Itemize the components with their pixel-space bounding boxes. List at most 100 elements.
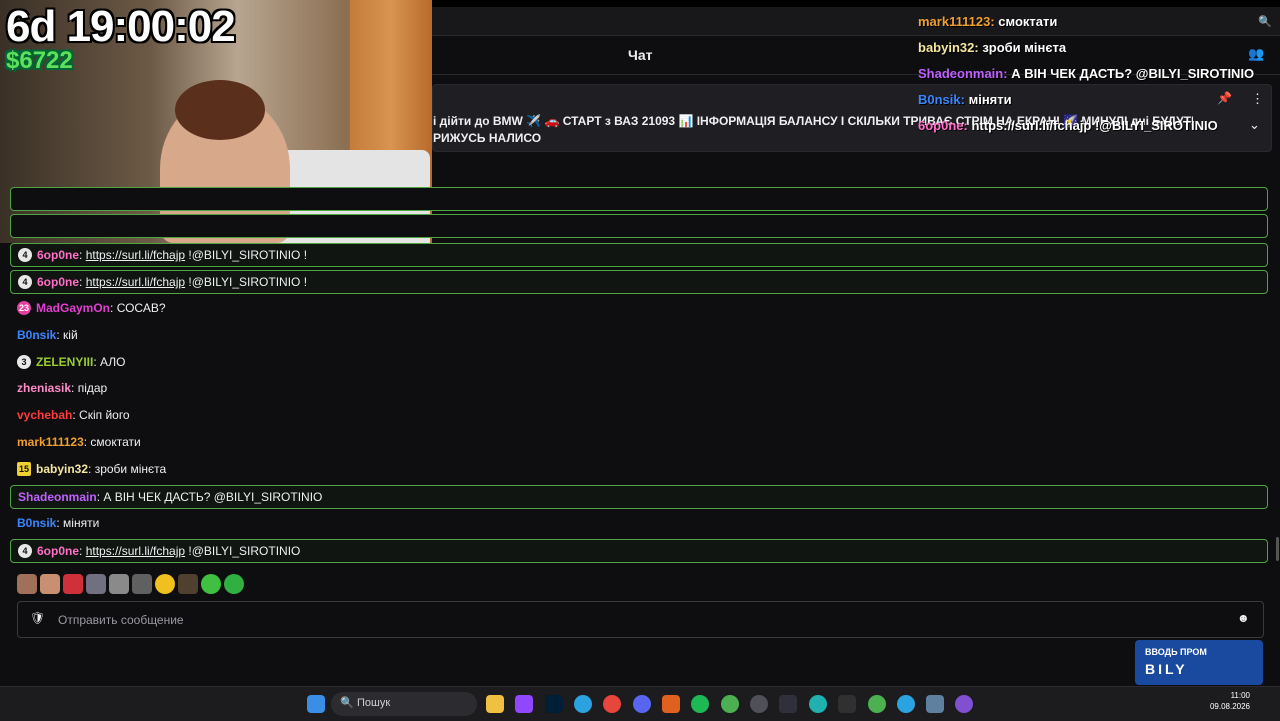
sub-badge-icon[interactable]: 3 [17, 355, 31, 369]
app-icon[interactable] [662, 695, 680, 713]
chat-message[interactable]: 4 6op0ne: https://surl.li/fchajp !@BILYI_… [10, 539, 1268, 563]
more-options-icon[interactable]: ⋮ [1251, 91, 1264, 107]
overlay-chat-line: Shadeonmain: А ВІН ЧЕК ДАСТЬ? @BILYI_SIR… [918, 66, 1254, 81]
twitch-icon[interactable] [515, 695, 533, 713]
chat-username[interactable]: MadGaymOn [36, 297, 110, 319]
system-clock[interactable]: 11:00 09.08.2026 [1210, 690, 1250, 712]
spotify-icon[interactable] [691, 695, 709, 713]
chat-message[interactable]: B0nsik: кій [10, 324, 1266, 346]
chat-message-text: смоктати [90, 435, 141, 449]
chat-title: Чат [628, 47, 653, 63]
chat-message-text: А ВІН ЧЕК ДАСТЬ? @BILYI_SIROTINIO [103, 490, 323, 504]
overlay-chat-line: babyin32: зроби мінєта [918, 40, 1066, 55]
overlay-message-text: А ВІН ЧЕК ДАСТЬ? @BILYI_SIROTINIO [1011, 66, 1255, 81]
app-icon[interactable] [809, 695, 827, 713]
file-explorer-icon[interactable] [486, 695, 504, 713]
pin-icon[interactable]: 📌 [1217, 91, 1232, 105]
telegram-icon[interactable] [574, 695, 592, 713]
windows-start-icon[interactable] [307, 695, 325, 713]
chat-username[interactable]: zheniasik [17, 377, 71, 399]
emote-icon[interactable] [155, 574, 175, 594]
taskbar-search[interactable]: 🔍 Пошук [331, 692, 477, 716]
chat-message[interactable]: vychebah: Скіп його [10, 404, 1266, 426]
chat-username[interactable]: 6op0ne [37, 244, 79, 266]
highlighted-row [10, 187, 1268, 211]
emote-icon[interactable] [224, 574, 244, 594]
chat-username[interactable]: B0nsik [17, 512, 56, 534]
chat-separator: : [83, 435, 91, 449]
chat-message[interactable]: 4 6op0ne: https://surl.li/fchajp !@BILYI_… [10, 243, 1268, 267]
emote-icon[interactable] [201, 574, 221, 594]
users-icon[interactable]: 👥 [1248, 46, 1264, 62]
overlay-message-text: зроби мінєта [982, 40, 1067, 55]
chat-username[interactable]: ZELENYIII [36, 351, 93, 373]
chat-username[interactable]: B0nsik [17, 324, 56, 346]
promo-banner: ВВОДЬ ПРОМ BILY [1135, 640, 1263, 685]
chat-scrollbar[interactable] [1276, 537, 1279, 561]
chevron-down-icon[interactable]: ⌄ [1249, 117, 1260, 133]
chat-message[interactable]: 23 MadGaymOn: СОСАВ? [10, 297, 1266, 319]
chat-message-text: !@BILYI_SIROTINIO ! [185, 275, 308, 289]
chat-separator: : [71, 381, 78, 395]
media-player-icon[interactable] [955, 695, 973, 713]
emoji-picker-icon[interactable]: ☻ [1237, 611, 1250, 625]
chat-link[interactable]: https://surl.li/fchajp [86, 540, 185, 562]
chat-username[interactable]: vychebah [17, 404, 72, 426]
chat-separator: : [56, 328, 64, 342]
sub-badge-icon[interactable]: 15 [17, 462, 31, 476]
photoshop-icon[interactable] [545, 695, 563, 713]
chrome-icon[interactable] [603, 695, 621, 713]
chat-input-box[interactable]: 🛡 ☻ [17, 601, 1264, 638]
emote-icon[interactable] [86, 574, 106, 594]
chat-message[interactable]: mark111123: смоктати [10, 431, 1266, 453]
chat-input[interactable] [56, 610, 1210, 630]
chat-message-text: Скіп його [79, 408, 130, 422]
chat-username[interactable]: 6op0ne [37, 540, 79, 562]
sub-badge-icon[interactable]: 23 [17, 301, 31, 315]
chat-message-text: міняти [63, 516, 100, 530]
chat-username[interactable]: 6op0ne [37, 271, 79, 293]
sub-badge-icon[interactable]: 4 [18, 248, 32, 262]
app-icon[interactable] [779, 695, 797, 713]
chat-message[interactable]: 3 ZELENYIII: АЛО [10, 351, 1266, 373]
emote-icon[interactable] [109, 574, 129, 594]
emote-icon[interactable] [17, 574, 37, 594]
chat-username[interactable]: Shadeonmain [18, 486, 97, 508]
promo-line-2: BILY [1145, 661, 1188, 677]
chat-separator: : [96, 490, 104, 504]
chat-link[interactable]: https://surl.li/fchajp [86, 271, 185, 293]
chat-link[interactable]: https://surl.li/fchajp [86, 244, 185, 266]
chat-message[interactable]: 4 6op0ne: https://surl.li/fchajp !@BILYI_… [10, 270, 1268, 294]
chat-separator: : [79, 275, 86, 289]
chat-message[interactable]: B0nsik: міняти [10, 512, 1266, 534]
calculator-icon[interactable] [926, 695, 944, 713]
chat-message-text: !@BILYI_SIROTINIO ! [185, 248, 308, 262]
chat-top-strip [432, 7, 1280, 36]
chat-message-text: !@BILYI_SIROTINIO [185, 544, 301, 558]
chat-message[interactable]: 15 babyin32: зроби мінєта [10, 458, 1266, 480]
chrome-icon[interactable] [868, 695, 886, 713]
overlay-username: Shadeonmain [918, 66, 1004, 81]
chat-message[interactable]: Shadeonmain: А ВІН ЧЕК ДАСТЬ? @BILYI_SIR… [10, 485, 1268, 509]
sub-badge-icon[interactable]: 4 [18, 275, 32, 289]
terminal-icon[interactable] [838, 695, 856, 713]
emote-icon[interactable] [178, 574, 198, 594]
emote-icon[interactable] [132, 574, 152, 594]
overlay-username: 6op0ne [918, 118, 964, 133]
chrome-icon[interactable] [721, 695, 739, 713]
search-icon[interactable]: 🔍 [1258, 15, 1272, 28]
app-icon[interactable] [750, 695, 768, 713]
chat-username[interactable]: babyin32 [36, 458, 88, 480]
chat-message-text: зроби мінєта [94, 462, 167, 476]
chat-message[interactable]: zheniasik: підар [10, 377, 1266, 399]
emote-bar [17, 574, 244, 594]
taskbar: 🔍 Пошук 11:00 09.08.2026 [0, 686, 1280, 721]
telegram-icon[interactable] [897, 695, 915, 713]
discord-icon[interactable] [633, 695, 651, 713]
highlighted-row [10, 214, 1268, 238]
sub-badge-icon[interactable]: 4 [18, 544, 32, 558]
emote-icon[interactable] [40, 574, 60, 594]
shield-icon[interactable]: 🛡 [30, 611, 45, 625]
chat-username[interactable]: mark111123 [17, 431, 84, 453]
emote-icon[interactable] [63, 574, 83, 594]
